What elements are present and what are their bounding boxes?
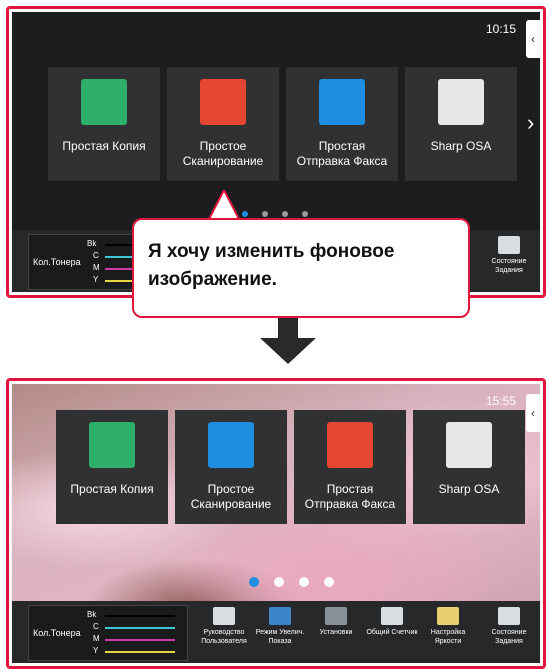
tile-simple-copy[interactable]: Простая Копия xyxy=(56,410,168,524)
toner-m-label: M xyxy=(93,634,100,643)
tile-label: Sharp OSA xyxy=(430,139,492,153)
page-indicator[interactable] xyxy=(242,211,308,217)
toner-bk-label: Bk xyxy=(87,239,97,248)
osa-icon xyxy=(446,422,492,468)
speech-bubble: Я хочу изменить фоновое изображение. xyxy=(132,218,470,318)
osa-icon xyxy=(438,79,484,125)
tile-label: Простая Копия xyxy=(62,139,146,153)
page-dot[interactable] xyxy=(302,211,308,217)
tile-simple-fax[interactable]: Простая Отправка Факса xyxy=(286,67,398,181)
copy-icon xyxy=(89,422,135,468)
bar-button-label: Режим Увелич. Показа xyxy=(255,629,305,645)
copy-icon xyxy=(81,79,127,125)
toner-bk-bar xyxy=(105,615,175,617)
toner-label: Кол.Тонера xyxy=(33,628,81,638)
tile-simple-scan[interactable]: Простое Сканирование xyxy=(175,410,287,524)
bar-button-label: Настройка Яркости xyxy=(430,629,466,645)
job-status-button[interactable]: Состояние Задания xyxy=(482,236,536,275)
tile-label: Простая Отправка Факса xyxy=(296,139,388,168)
page-dot[interactable] xyxy=(242,211,248,217)
side-panel-tab[interactable]: ‹ xyxy=(526,394,540,432)
after-screen-frame: 15:55 ‹ Простая Копия Простое Сканирован… xyxy=(6,378,546,669)
brightness-icon xyxy=(437,607,459,625)
total-counter-button[interactable]: Общий Счетчик xyxy=(365,607,419,637)
toner-c-label: C xyxy=(93,622,99,631)
job-status-button[interactable]: Состояние Задания xyxy=(482,607,536,646)
toner-c-bar xyxy=(105,627,175,629)
clock: 15:55 xyxy=(485,394,516,408)
home-screen-after: 15:55 ‹ Простая Копия Простое Сканирован… xyxy=(12,384,540,663)
scan-icon xyxy=(200,79,246,125)
page-dot[interactable] xyxy=(299,577,309,587)
chevron-left-icon: ‹ xyxy=(531,406,535,420)
tile-label: Sharp OSA xyxy=(438,482,500,496)
job-status-icon xyxy=(498,607,520,625)
page-dot[interactable] xyxy=(262,211,268,217)
job-status-icon xyxy=(498,236,520,254)
scan-icon xyxy=(327,422,373,468)
tile-sharp-osa[interactable]: Sharp OSA xyxy=(405,67,517,181)
page-dot[interactable] xyxy=(282,211,288,217)
toner-level[interactable]: Кол.Тонера Bk C M Y xyxy=(28,605,188,661)
job-status-label: Состояние Задания xyxy=(491,258,527,274)
clock: 10:15 xyxy=(485,22,516,36)
tile-simple-fax[interactable]: Простая Отправка Факса xyxy=(294,410,406,524)
tile-label: Простое Сканирование xyxy=(182,139,264,168)
bar-button-label: Состояние Задания xyxy=(491,629,527,645)
fax-icon xyxy=(208,422,254,468)
tile-simple-copy[interactable]: Простая Копия xyxy=(48,67,160,181)
bar-button-label: Руководство Пользователя xyxy=(201,629,247,645)
toner-y-label: Y xyxy=(93,275,99,284)
settings-tools-icon xyxy=(325,607,347,625)
zoom-text-icon xyxy=(269,607,291,625)
counter-icon xyxy=(381,607,403,625)
bar-button-label: Установки xyxy=(319,629,353,636)
chevron-left-icon: ‹ xyxy=(531,32,535,46)
toner-m-label: M xyxy=(93,263,100,272)
page-indicator[interactable] xyxy=(249,577,334,587)
zoom-display-button[interactable]: Режим Увелич. Показа xyxy=(253,607,307,646)
arrow-down-icon xyxy=(260,318,316,364)
toner-y-bar xyxy=(105,651,175,653)
fax-icon xyxy=(319,79,365,125)
settings-button[interactable]: Установки xyxy=(309,607,363,637)
tile-label: Простая Копия xyxy=(70,482,154,496)
brightness-button[interactable]: Настройка Яркости xyxy=(421,607,475,646)
callout-text: Я хочу изменить фоновое изображение. xyxy=(148,241,395,290)
user-manual-button[interactable]: Руководство Пользователя xyxy=(197,607,251,646)
toner-y-label: Y xyxy=(93,646,99,655)
page-dot[interactable] xyxy=(274,577,284,587)
next-page-arrow[interactable]: › xyxy=(527,110,534,136)
page-dot[interactable] xyxy=(249,577,259,587)
side-panel-tab[interactable]: ‹ xyxy=(526,20,540,58)
toner-label: Кол.Тонера xyxy=(33,257,81,267)
toner-m-bar xyxy=(105,639,175,641)
tile-label: Простое Сканирование xyxy=(190,482,272,511)
tile-simple-scan[interactable]: Простое Сканирование xyxy=(167,67,279,181)
page-dot[interactable] xyxy=(324,577,334,587)
bar-button-label: Общий Счетчик xyxy=(366,629,418,636)
toner-bk-label: Bk xyxy=(87,610,97,619)
toner-c-label: C xyxy=(93,251,99,260)
tile-label: Простая Отправка Факса xyxy=(304,482,396,511)
manual-icon xyxy=(213,607,235,625)
tile-sharp-osa[interactable]: Sharp OSA xyxy=(413,410,525,524)
bottom-action-bar: Кол.Тонера Bk C M Y Руководство Пользова… xyxy=(12,601,540,663)
